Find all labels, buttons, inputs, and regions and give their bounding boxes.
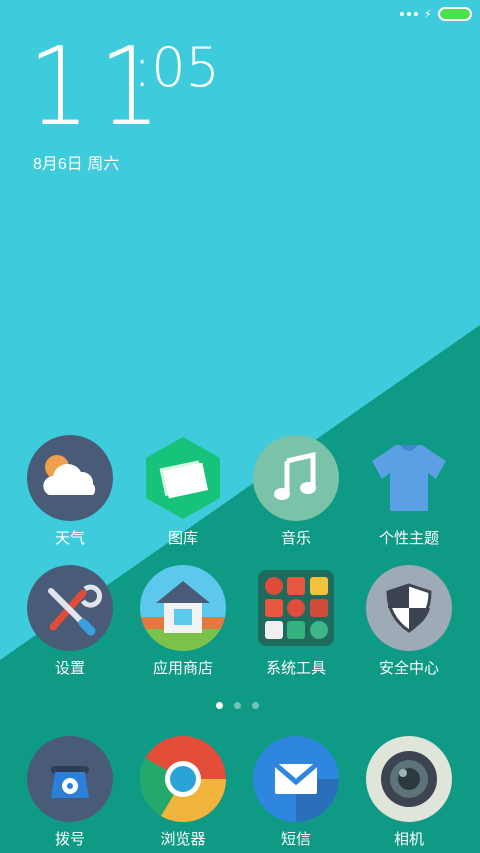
dock-phone[interactable]: 拨号 <box>15 736 125 849</box>
weather-icon <box>27 435 113 521</box>
clock-minutes[interactable]: :05 <box>133 40 220 96</box>
app-music[interactable]: 音乐 <box>241 435 351 548</box>
page-dot-1[interactable] <box>216 702 223 709</box>
app-label: 天气 <box>54 530 85 547</box>
page-dot-2[interactable] <box>234 702 241 709</box>
app-label: 应用商店 <box>152 660 213 677</box>
gallery-icon <box>140 435 226 521</box>
status-bar: ⚡ <box>399 6 472 22</box>
dock-camera[interactable]: 相机 <box>354 736 464 849</box>
battery-icon <box>438 7 472 21</box>
dock-messages[interactable]: 短信 <box>241 736 351 849</box>
signal-dots-icon <box>399 12 418 16</box>
security-icon <box>366 565 452 651</box>
app-label: 音乐 <box>280 530 311 547</box>
app-label: 设置 <box>54 660 85 677</box>
dock-browser[interactable]: 浏览器 <box>128 736 238 849</box>
app-themes[interactable]: 个性主题 <box>354 435 464 548</box>
app-label: 浏览器 <box>160 831 206 848</box>
settings-icon <box>27 565 113 651</box>
charging-icon: ⚡ <box>423 7 432 21</box>
app-folder-system-tools[interactable]: 系统工具 <box>241 565 351 678</box>
app-label: 系统工具 <box>265 660 326 677</box>
page-dot-3[interactable] <box>252 702 259 709</box>
page-indicator[interactable] <box>216 702 259 709</box>
app-label: 相机 <box>393 831 424 848</box>
app-weather[interactable]: 天气 <box>15 435 125 548</box>
phone-icon <box>27 736 113 822</box>
app-label: 安全中心 <box>378 660 439 677</box>
system-tools-folder-icon <box>253 565 339 651</box>
messages-icon <box>253 736 339 822</box>
themes-icon <box>366 435 452 521</box>
app-store-icon <box>140 565 226 651</box>
date-label[interactable]: 8月6日 周六 <box>33 150 119 174</box>
camera-icon <box>366 736 452 822</box>
app-settings[interactable]: 设置 <box>15 565 125 678</box>
app-label: 短信 <box>280 831 311 848</box>
app-gallery[interactable]: 图库 <box>128 435 238 548</box>
app-label: 个性主题 <box>378 530 439 547</box>
app-store[interactable]: 应用商店 <box>128 565 238 678</box>
app-security[interactable]: 安全中心 <box>354 565 464 678</box>
music-icon <box>253 435 339 521</box>
app-label: 图库 <box>167 530 198 547</box>
browser-icon <box>139 736 227 823</box>
app-label: 拨号 <box>54 831 85 848</box>
